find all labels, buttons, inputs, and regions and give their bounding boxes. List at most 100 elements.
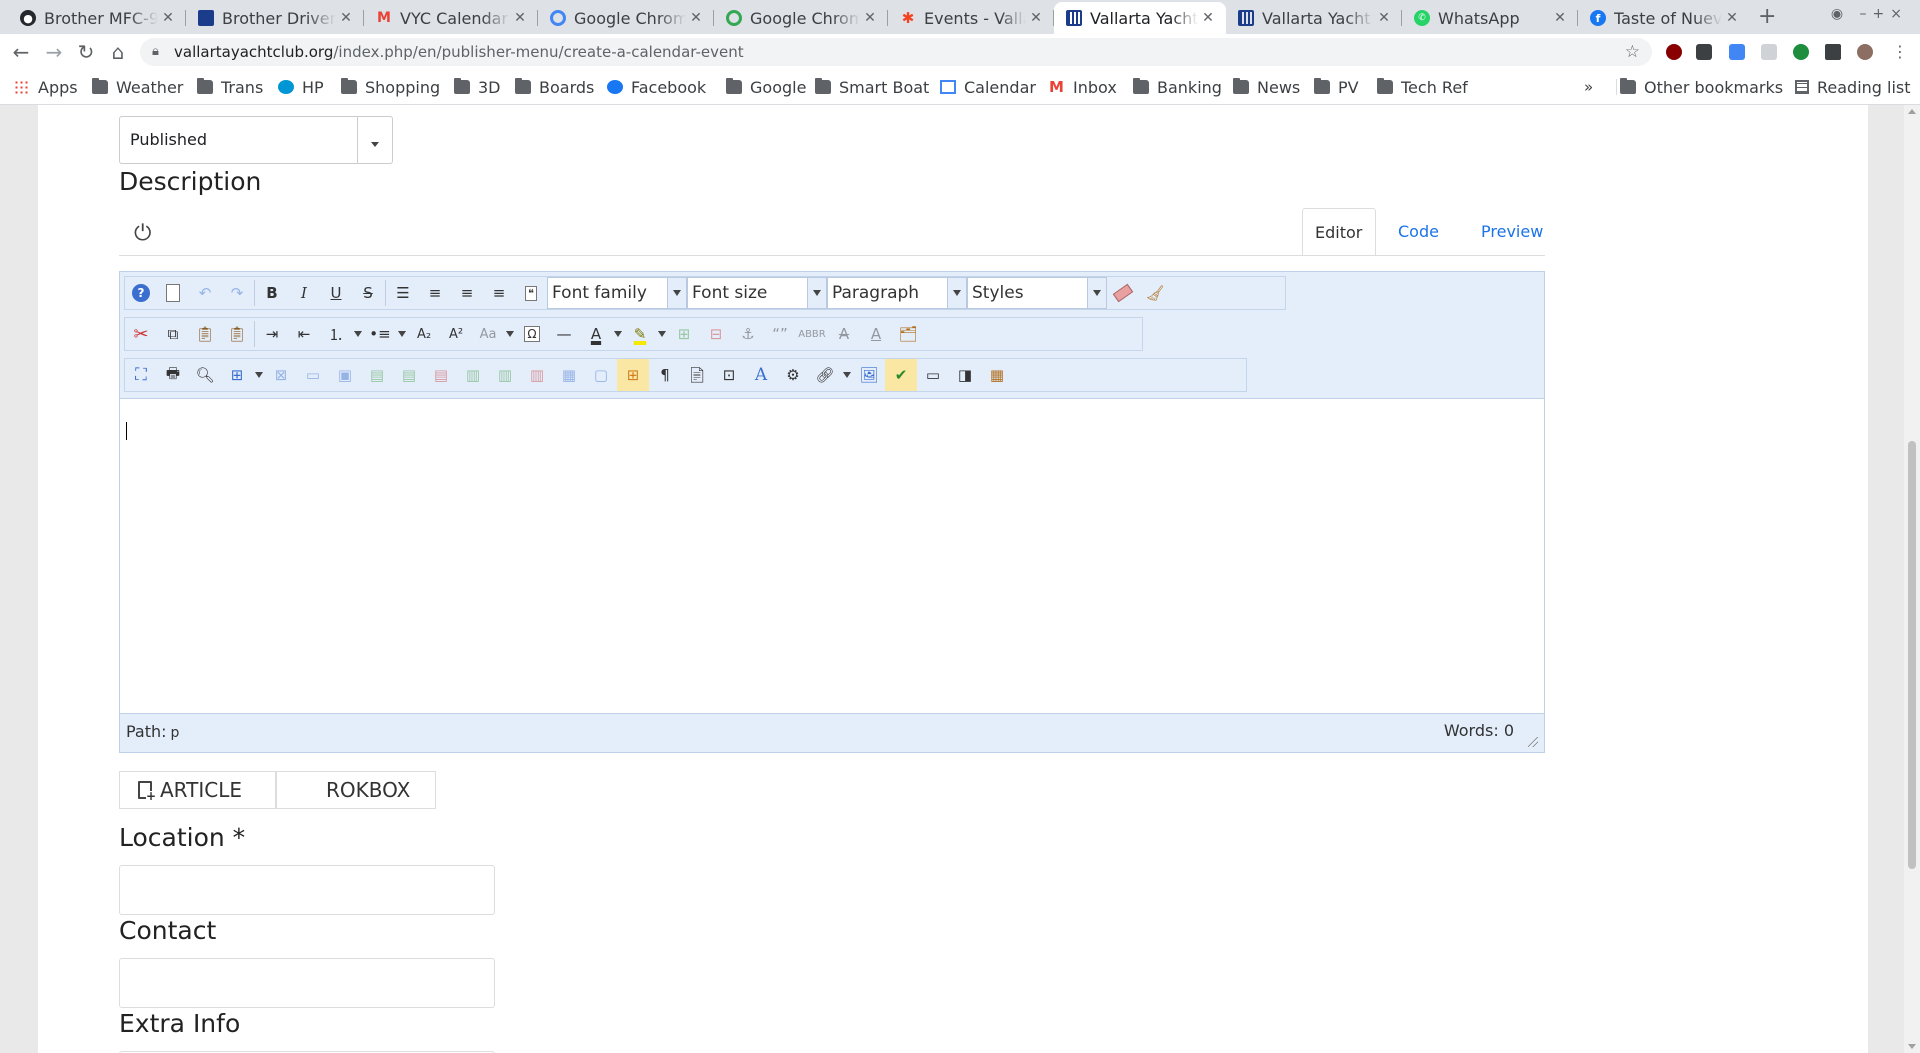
- align-right-icon[interactable]: ≡: [483, 277, 515, 309]
- tab-brother-mfc[interactable]: ● Brother MFC-9 ✕: [8, 2, 186, 34]
- new-tab-icon[interactable]: +: [1758, 4, 1776, 29]
- special-char-icon[interactable]: Ω: [516, 318, 548, 350]
- chevron-down-icon[interactable]: [253, 359, 265, 391]
- media-icon[interactable]: ⊡: [713, 359, 745, 391]
- tab-editor[interactable]: Editor: [1302, 208, 1376, 256]
- chevron-down-icon[interactable]: [352, 318, 364, 350]
- maximize-icon[interactable]: +: [1873, 6, 1891, 22]
- bookmark-calendar[interactable]: Calendar: [940, 70, 1036, 104]
- bookmark-banking[interactable]: Banking: [1133, 70, 1222, 104]
- bookmark-smart-boat[interactable]: Smart Boat: [815, 70, 929, 104]
- close-tab-icon[interactable]: ✕: [1198, 10, 1218, 26]
- bookmark-boards[interactable]: Boards: [515, 70, 594, 104]
- article-template-icon[interactable]: ▦: [981, 359, 1013, 391]
- readmore-icon[interactable]: ◨: [949, 359, 981, 391]
- chevron-down-icon[interactable]: [1087, 278, 1106, 308]
- text-color-icon[interactable]: A: [580, 318, 612, 350]
- bookmark-trans[interactable]: Trans: [197, 70, 263, 104]
- strikethrough-icon[interactable]: S: [352, 277, 384, 309]
- insert-article-button[interactable]: + ARTICLE: [119, 771, 276, 809]
- status-select[interactable]: Published: [119, 116, 393, 164]
- styles-select[interactable]: Styles: [967, 277, 1107, 309]
- style-icon[interactable]: A: [745, 359, 777, 391]
- menu-icon[interactable]: ⋮: [1888, 40, 1912, 64]
- tab-taste-of-nueve[interactable]: f Taste of Nueve ✕: [1578, 2, 1750, 34]
- location-input[interactable]: [119, 865, 495, 915]
- copy-icon[interactable]: ⧉: [157, 318, 189, 350]
- eraser-icon[interactable]: [1107, 277, 1139, 309]
- scroll-down-icon[interactable]: [1908, 1044, 1916, 1049]
- chevron-down-icon[interactable]: [947, 278, 966, 308]
- chevron-down-icon[interactable]: [841, 359, 853, 391]
- lock-icon[interactable]: 🔒︎: [152, 38, 159, 66]
- close-window-icon[interactable]: ×: [1890, 6, 1908, 22]
- power-toggle-icon[interactable]: ⏻: [134, 221, 151, 246]
- bookmark-pv[interactable]: PV: [1314, 70, 1359, 104]
- search-icon[interactable]: 🔍︎: [189, 359, 221, 391]
- bookmark-shopping[interactable]: Shopping: [341, 70, 440, 104]
- indent-icon[interactable]: ⇥: [256, 318, 288, 350]
- address-bar[interactable]: 🔒︎ vallartayachtclub.org/index.php/en/pu…: [140, 38, 1652, 66]
- minimize-icon[interactable]: –: [1860, 6, 1873, 22]
- tab-events[interactable]: ✱ Events - Vallart ✕: [888, 2, 1054, 34]
- abbreviation-icon[interactable]: ABBR: [796, 318, 828, 350]
- rokbox-button[interactable]: ROKBOX: [276, 771, 436, 809]
- paragraph-format-select[interactable]: Paragraph: [827, 277, 967, 309]
- grammarly-icon[interactable]: [1793, 44, 1809, 60]
- highlight-color-icon[interactable]: ✎: [624, 318, 656, 350]
- remove-format-icon[interactable]: A: [828, 318, 860, 350]
- tab-google-chrome-1[interactable]: Google Chrom ✕: [538, 2, 714, 34]
- align-center-icon[interactable]: ≡: [419, 277, 451, 309]
- underline-icon[interactable]: U: [320, 277, 352, 309]
- anchor-icon[interactable]: ⚓︎: [732, 318, 764, 350]
- tab-vallarta-yacht-active[interactable]: Vallarta Yacht ✕: [1054, 2, 1226, 34]
- bookmark-apps[interactable]: Apps: [14, 70, 78, 104]
- extension-icon[interactable]: [1696, 44, 1712, 60]
- cleanup-broom-icon[interactable]: 🧹︎: [1139, 277, 1171, 309]
- page-break-icon[interactable]: ▭: [917, 359, 949, 391]
- translate-icon[interactable]: [1729, 44, 1745, 60]
- bookmarks-overflow[interactable]: »: [1584, 70, 1593, 104]
- bookmark-weather[interactable]: Weather: [92, 70, 183, 104]
- tab-preview[interactable]: Preview: [1469, 208, 1555, 256]
- editor-content-area[interactable]: [120, 398, 1544, 714]
- chevron-down-icon[interactable]: [656, 318, 668, 350]
- bookmark-facebook[interactable]: Facebook: [607, 70, 706, 104]
- font-size-select[interactable]: Font size: [687, 277, 827, 309]
- col-before-icon[interactable]: ▥: [457, 359, 489, 391]
- contact-input[interactable]: [119, 958, 495, 1008]
- cut-icon[interactable]: ✂: [125, 318, 157, 350]
- bullet-list-icon[interactable]: •≡: [364, 318, 396, 350]
- split-cells-icon[interactable]: ▦: [553, 359, 585, 391]
- print-icon[interactable]: 🖶︎: [157, 359, 189, 391]
- bookmark-tech-ref[interactable]: Tech Ref: [1377, 70, 1468, 104]
- fullscreen-icon[interactable]: ⛶: [125, 359, 157, 391]
- show-blocks-icon[interactable]: ¶: [649, 359, 681, 391]
- reload-icon[interactable]: ↻: [74, 40, 98, 64]
- delete-row-icon[interactable]: ⊟: [700, 318, 732, 350]
- chevron-down-icon[interactable]: [612, 318, 624, 350]
- chevron-down-icon[interactable]: [504, 318, 516, 350]
- redo-icon[interactable]: ↷: [221, 277, 253, 309]
- bookmark-news[interactable]: News: [1233, 70, 1300, 104]
- back-icon[interactable]: ←: [9, 40, 33, 64]
- outdent-icon[interactable]: ⇤: [288, 318, 320, 350]
- cell-props-icon[interactable]: ▣: [329, 359, 361, 391]
- tab-search-icon[interactable]: ◉: [1831, 6, 1849, 22]
- bookmark-3d[interactable]: 3D: [454, 70, 501, 104]
- extension-icon[interactable]: [1761, 44, 1777, 60]
- template-icon[interactable]: 🗂︎: [892, 318, 924, 350]
- tab-google-chrome-2[interactable]: Google Chrom ✕: [714, 2, 888, 34]
- home-icon[interactable]: ⌂: [106, 40, 130, 64]
- page-scrollbar[interactable]: [1904, 105, 1920, 1053]
- font-icon[interactable]: A: [860, 318, 892, 350]
- chevron-down-icon[interactable]: [667, 278, 686, 308]
- close-tab-icon[interactable]: ✕: [1722, 10, 1742, 26]
- row-before-icon[interactable]: ▤: [361, 359, 393, 391]
- link-icon[interactable]: 🔗︎: [809, 359, 841, 391]
- tab-vyc-calendar[interactable]: M VYC Calendar ✕: [364, 2, 538, 34]
- chevron-down-icon[interactable]: [396, 318, 408, 350]
- spellchecker-icon[interactable]: ✔: [885, 359, 917, 391]
- bold-icon[interactable]: B: [256, 277, 288, 309]
- close-tab-icon[interactable]: ✕: [1374, 10, 1394, 26]
